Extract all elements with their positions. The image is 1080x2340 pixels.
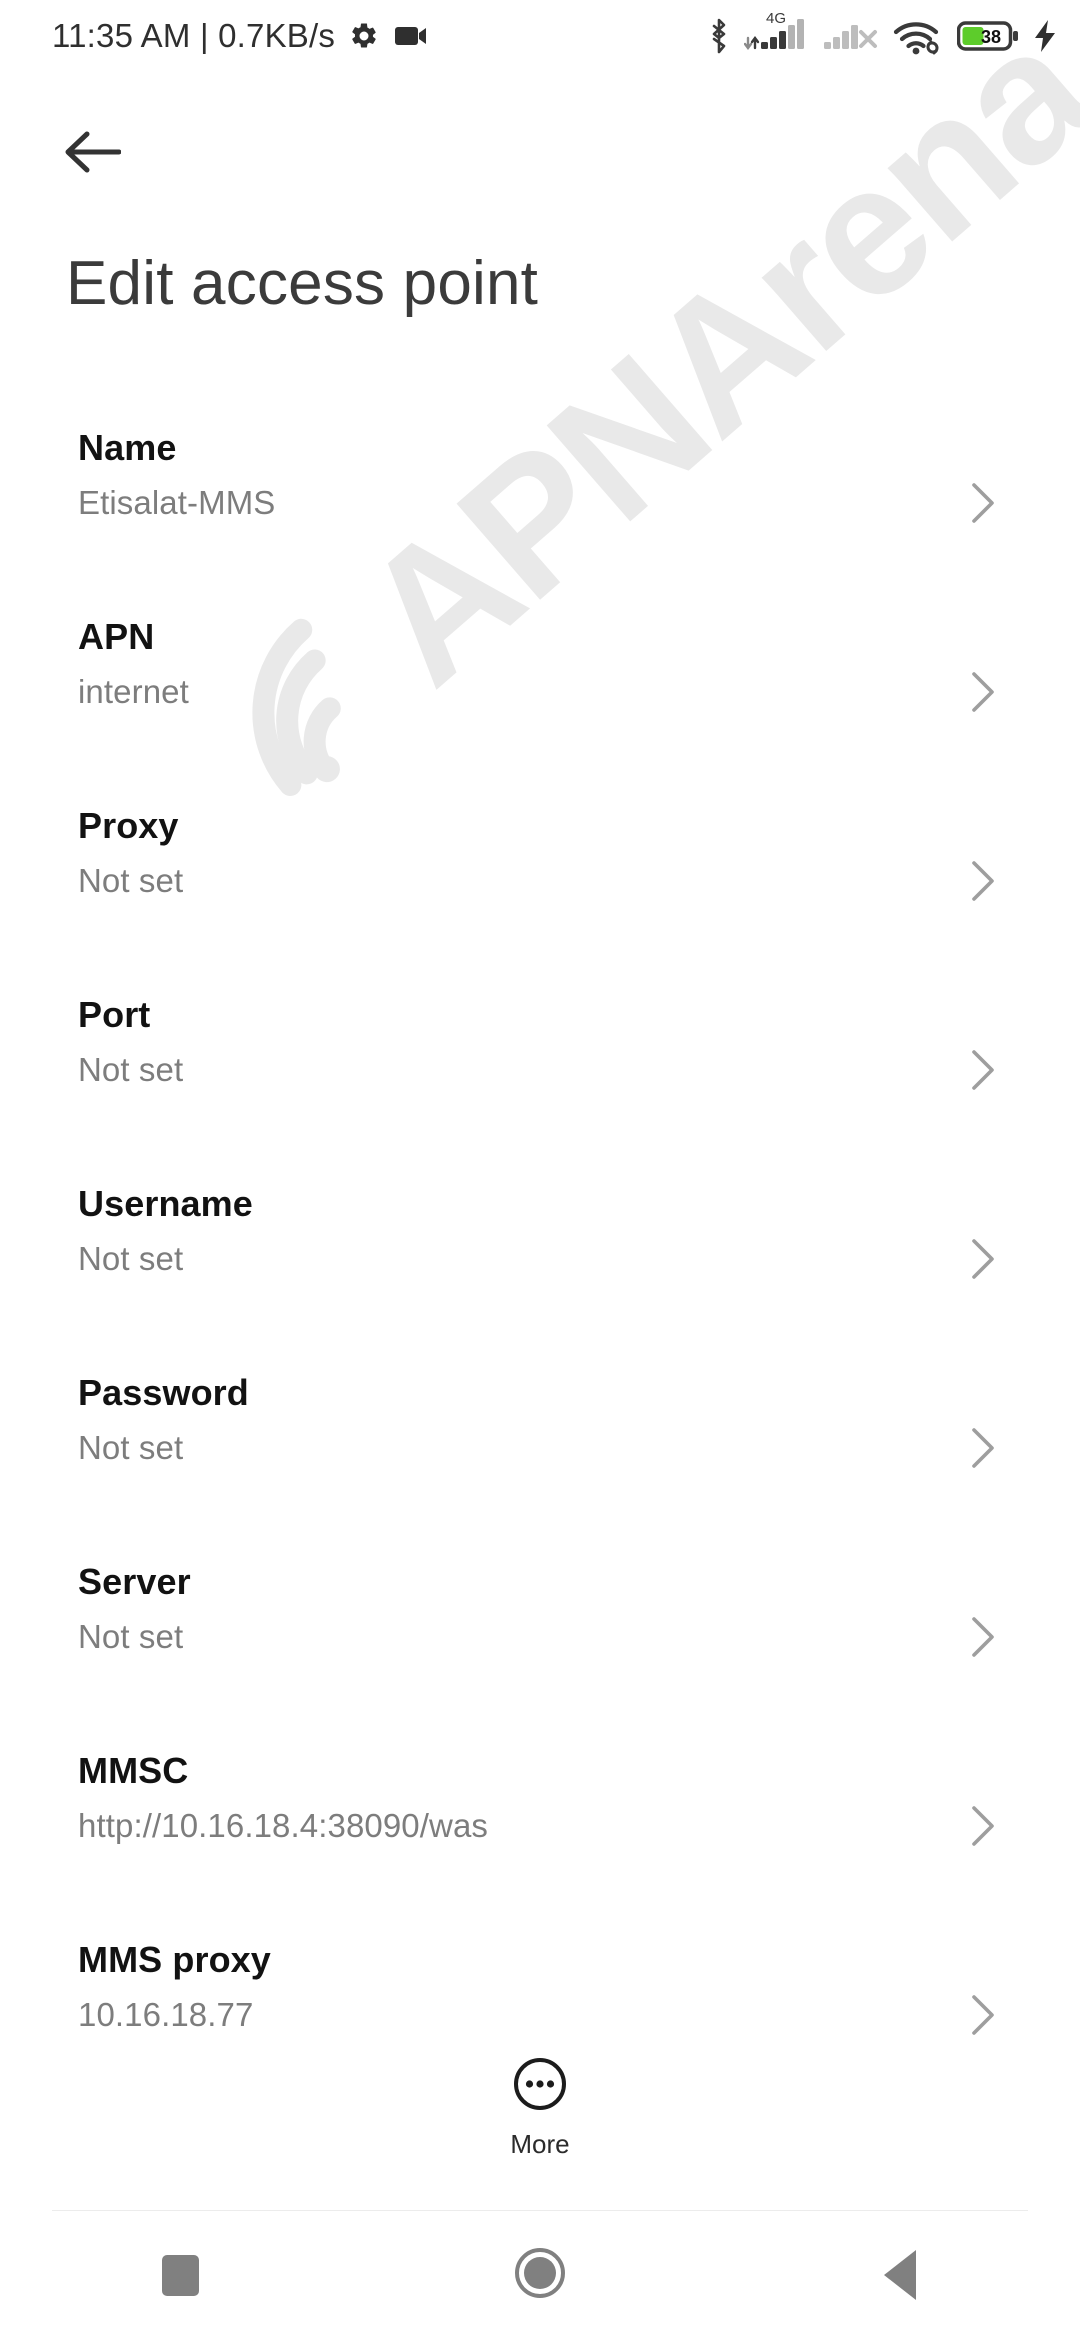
list-item-label: MMSC — [78, 1750, 189, 1791]
chevron-right-icon — [970, 859, 996, 903]
back-button[interactable] — [56, 118, 128, 190]
bluetooth-icon — [707, 18, 731, 54]
list-item-value: Not set — [78, 862, 184, 899]
video-camera-icon — [395, 24, 429, 48]
charging-bolt-icon — [1032, 19, 1058, 53]
list-item-mmsc[interactable]: MMSC http://10.16.18.4:38090/was — [0, 1723, 1080, 1912]
overflow-dots-circle-icon — [512, 2056, 568, 2117]
list-item-value: 10.16.18.77 — [78, 1996, 254, 2033]
list-item-value: internet — [78, 673, 189, 710]
system-navigation-bar — [0, 2210, 1080, 2340]
battery-icon: 38 — [957, 20, 1019, 52]
page-title: Edit access point — [66, 249, 539, 318]
list-item-label: Server — [78, 1561, 191, 1602]
status-bar-left: 11:35 AM | 0.7KB/s — [52, 0, 429, 72]
gear-icon — [349, 21, 379, 51]
recents-square-icon — [161, 2254, 199, 2296]
link-chain-icon — [926, 40, 939, 55]
back-triangle-icon — [884, 2250, 916, 2300]
list-item-label: Name — [78, 427, 177, 468]
list-item-label: Password — [78, 1372, 249, 1413]
list-item-value: Not set — [78, 1618, 184, 1655]
network-type-label: 4G — [766, 9, 787, 27]
list-item-value: Not set — [78, 1240, 184, 1277]
chevron-right-icon — [970, 1048, 996, 1092]
access-point-settings-list: Name Etisalat-MMS APN internet Proxy Not… — [0, 400, 1080, 2101]
chevron-right-icon — [970, 1804, 996, 1848]
list-item-value: Not set — [78, 1429, 184, 1466]
list-item-username[interactable]: Username Not set — [0, 1156, 1080, 1345]
mobile-signal-4g-icon: 4G — [743, 11, 810, 57]
nav-home-button[interactable] — [360, 2210, 720, 2340]
wifi-icon — [892, 17, 944, 55]
arrow-left-icon — [63, 130, 122, 179]
list-item-port[interactable]: Port Not set — [0, 967, 1080, 1156]
list-item-label: Port — [78, 994, 151, 1035]
chevron-right-icon — [970, 670, 996, 714]
mobile-signal-no-service-icon — [823, 16, 879, 57]
list-item-value: http://10.16.18.4:38090/was — [78, 1807, 489, 1844]
more-button[interactable]: More — [0, 2056, 1080, 2157]
chevron-right-icon — [970, 1426, 996, 1470]
status-clock-and-netspeed: 11:35 AM | 0.7KB/s — [52, 17, 336, 54]
nav-back-button[interactable] — [720, 2210, 1080, 2340]
list-item-label: Proxy — [78, 805, 179, 846]
chevron-right-icon — [970, 481, 996, 525]
list-item-name[interactable]: Name Etisalat-MMS — [0, 400, 1080, 589]
status-bar-right: 4G 38 — [694, 0, 1058, 72]
chevron-right-icon — [970, 1615, 996, 1659]
status-bar: 11:35 AM | 0.7KB/s 4G 38 — [0, 0, 1080, 72]
chevron-right-icon — [970, 1993, 996, 2037]
list-item-label: APN — [78, 616, 155, 657]
list-item-label: Username — [78, 1183, 253, 1224]
list-item-server[interactable]: Server Not set — [0, 1534, 1080, 1723]
list-item-value: Not set — [78, 1051, 184, 1088]
home-circle-icon — [514, 2247, 566, 2304]
list-item-password[interactable]: Password Not set — [0, 1345, 1080, 1534]
list-item-proxy[interactable]: Proxy Not set — [0, 778, 1080, 967]
list-item-value: Etisalat-MMS — [78, 484, 276, 521]
list-item-apn[interactable]: APN internet — [0, 589, 1080, 778]
nav-recents-button[interactable] — [0, 2210, 360, 2340]
list-item-label: MMS proxy — [78, 1939, 271, 1980]
phone-screen: APNArena 11:35 AM | 0.7KB/s 4G 38 Edit a… — [0, 0, 1080, 2340]
battery-level-text: 38 — [981, 27, 1001, 47]
more-button-label: More — [510, 2129, 570, 2159]
chevron-right-icon — [970, 1237, 996, 1281]
